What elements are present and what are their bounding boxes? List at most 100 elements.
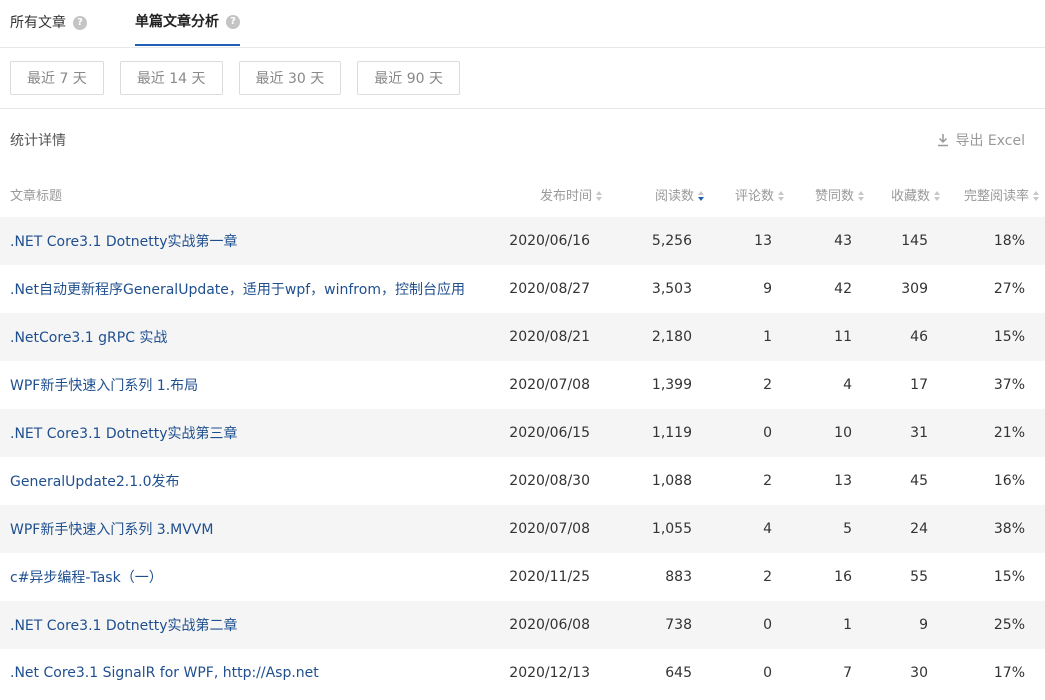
table-row: WPF新手快速入门系列 3.MVVM 2020/07/08 1,055 4 5 24 38% <box>0 505 1045 553</box>
favorite-count: 9 <box>872 601 948 649</box>
favorite-count: 145 <box>872 217 948 265</box>
read-count: 645 <box>665 665 692 681</box>
like-count: 13 <box>834 473 852 489</box>
publish-date: 2020/06/16 <box>492 217 610 265</box>
favorite-count: 55 <box>910 569 928 585</box>
completion-rate: 21% <box>948 409 1045 457</box>
tab-single-article-analysis[interactable]: 单篇文章分析 ? <box>135 0 240 46</box>
article-title-link[interactable]: c#异步编程-Task（一） <box>0 553 492 601</box>
tab-label: 单篇文章分析 <box>135 14 219 30</box>
comment-count: 0 <box>712 601 792 649</box>
article-title-link[interactable]: GeneralUpdate2.1.0发布 <box>0 457 492 505</box>
completion-rate: 38% <box>948 505 1045 553</box>
sort-icon[interactable] <box>858 191 864 201</box>
comment-count: 13 <box>712 217 792 265</box>
table-row: .Net自动更新程序GeneralUpdate，适用于wpf，winfrom，控… <box>0 265 1045 313</box>
publish-date: 2020/12/13 <box>509 665 590 681</box>
column-header-reads[interactable]: 阅读数 <box>610 171 712 217</box>
read-count: 883 <box>665 569 692 585</box>
completion-rate: 17% <box>993 665 1025 681</box>
table-row: WPF新手快速入门系列 1.布局 2020/07/08 1,399 2 4 17 37% <box>0 361 1045 409</box>
comment-count: 2 <box>763 569 772 585</box>
completion-rate: 27% <box>993 281 1025 297</box>
publish-date: 2020/07/08 <box>492 505 610 553</box>
table-header-row: 文章标题 发布时间 阅读数 评论数 赞同数 收藏数 完整阅读率 <box>0 171 1045 217</box>
sort-desc-icon[interactable] <box>698 191 704 201</box>
read-count: 1,088 <box>651 473 692 489</box>
export-label: 导出 Excel <box>955 133 1025 149</box>
table-row: GeneralUpdate2.1.0发布 2020/08/30 1,088 2 13 45… <box>0 457 1045 505</box>
help-icon[interactable]: ? <box>73 16 87 30</box>
like-count: 4 <box>843 377 852 393</box>
comment-count: 0 <box>712 409 792 457</box>
like-count: 42 <box>834 281 852 297</box>
column-header-favorites[interactable]: 收藏数 <box>872 171 948 217</box>
tab-bar: 所有文章 ? 单篇文章分析 ? <box>0 0 1045 48</box>
article-title-link[interactable]: WPF新手快速入门系列 3.MVVM <box>0 505 492 553</box>
publish-date: 2020/08/27 <box>509 281 590 297</box>
column-header-comments[interactable]: 评论数 <box>712 171 792 217</box>
favorite-count: 31 <box>872 409 948 457</box>
range-90-days-button[interactable]: 最近 90 天 <box>357 61 460 95</box>
comment-count: 0 <box>763 665 772 681</box>
favorite-count: 309 <box>901 281 928 297</box>
favorite-count: 17 <box>910 377 928 393</box>
read-count: 5,256 <box>610 217 712 265</box>
article-title-link[interactable]: .Net Core3.1 SignalR for WPF, http://Asp… <box>0 649 492 697</box>
sort-icon[interactable] <box>596 191 602 201</box>
article-title-link[interactable]: .NET Core3.1 Dotnetty实战第三章 <box>0 409 492 457</box>
article-title-link[interactable]: .NET Core3.1 Dotnetty实战第二章 <box>0 601 492 649</box>
completion-rate: 18% <box>948 217 1045 265</box>
tab-all-articles[interactable]: 所有文章 ? <box>10 0 87 46</box>
article-title-link[interactable]: WPF新手快速入门系列 1.布局 <box>0 361 492 409</box>
read-count: 738 <box>610 601 712 649</box>
article-title-link[interactable]: .Net自动更新程序GeneralUpdate，适用于wpf，winfrom，控… <box>0 265 492 313</box>
table-row: .NET Core3.1 Dotnetty实战第一章 2020/06/16 5,25… <box>0 217 1045 265</box>
column-header-publish-time[interactable]: 发布时间 <box>492 171 610 217</box>
read-count: 1,119 <box>610 409 712 457</box>
column-header-title: 文章标题 <box>10 188 63 204</box>
like-count: 1 <box>792 601 872 649</box>
comment-count: 9 <box>763 281 772 297</box>
download-icon <box>938 134 949 147</box>
publish-date: 2020/06/15 <box>492 409 610 457</box>
section-title: 统计详情 <box>10 133 66 149</box>
like-count: 5 <box>792 505 872 553</box>
favorite-count: 46 <box>872 313 948 361</box>
publish-date: 2020/08/21 <box>492 313 610 361</box>
article-title-link[interactable]: .NET Core3.1 Dotnetty实战第一章 <box>0 217 492 265</box>
range-30-days-button[interactable]: 最近 30 天 <box>238 61 342 95</box>
range-7-days-button[interactable]: 最近 7 天 <box>10 61 104 95</box>
export-excel-button[interactable]: 导出 Excel <box>937 130 1025 150</box>
publish-date: 2020/11/25 <box>509 569 590 585</box>
sort-icon[interactable] <box>934 191 940 201</box>
table-row: c#异步编程-Task（一） 2020/11/25 883 2 16 55 15% <box>0 553 1045 601</box>
like-count: 11 <box>792 313 872 361</box>
table-row: .NET Core3.1 Dotnetty实战第二章 2020/06/08 738 0… <box>0 601 1045 649</box>
publish-date: 2020/08/30 <box>509 473 590 489</box>
article-stats-table: 文章标题 发布时间 阅读数 评论数 赞同数 收藏数 完整阅读率 .NET Cor… <box>0 171 1045 697</box>
read-count: 2,180 <box>610 313 712 361</box>
column-header-completion-rate[interactable]: 完整阅读率 <box>948 171 1045 217</box>
completion-rate: 16% <box>993 473 1025 489</box>
table-row: .NET Core3.1 Dotnetty实战第三章 2020/06/15 1,11… <box>0 409 1045 457</box>
completion-rate: 15% <box>993 569 1025 585</box>
completion-rate: 37% <box>993 377 1025 393</box>
article-title-link[interactable]: .NetCore3.1 gRPC 实战 <box>0 313 492 361</box>
stats-header: 统计详情 导出 Excel <box>0 109 1045 171</box>
help-icon[interactable]: ? <box>226 15 240 29</box>
tab-label: 所有文章 <box>10 15 66 31</box>
read-count: 1,055 <box>610 505 712 553</box>
sort-icon[interactable] <box>1033 191 1039 201</box>
comment-count: 1 <box>712 313 792 361</box>
comment-count: 2 <box>763 377 772 393</box>
completion-rate: 15% <box>948 313 1045 361</box>
range-14-days-button[interactable]: 最近 14 天 <box>119 61 223 95</box>
table-row: .NetCore3.1 gRPC 实战 2020/08/21 2,180 1 11 46 1… <box>0 313 1045 361</box>
read-count: 1,399 <box>651 377 692 393</box>
sort-icon[interactable] <box>778 191 784 201</box>
publish-date: 2020/07/08 <box>509 377 590 393</box>
like-count: 43 <box>792 217 872 265</box>
column-header-likes[interactable]: 赞同数 <box>792 171 872 217</box>
like-count: 16 <box>834 569 852 585</box>
